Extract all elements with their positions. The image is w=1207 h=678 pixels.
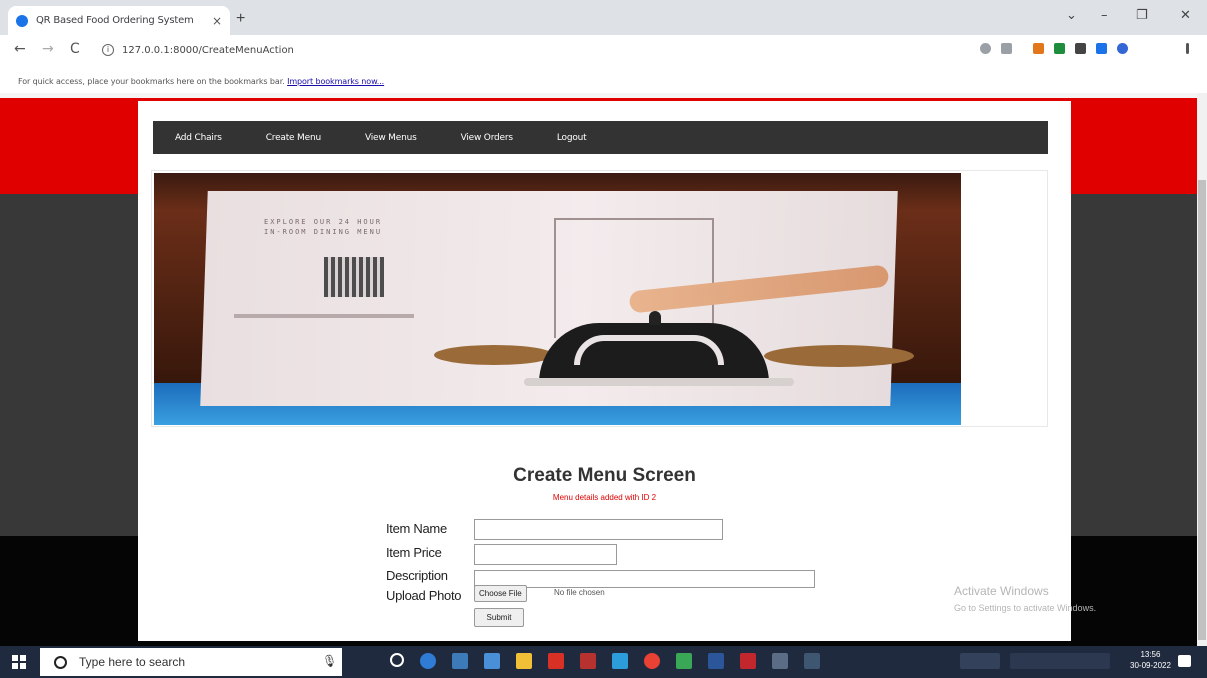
item-price-label: Item Price (386, 545, 442, 560)
address-url: 127.0.0.1:8000/CreateMenuAction (122, 44, 294, 56)
main-nav: Add Chairs Create Menu View Menus View O… (153, 121, 1048, 154)
metamask-extension-icon[interactable] (1033, 43, 1044, 54)
browser-tab[interactable]: QR Based Food Ordering System × (8, 6, 230, 35)
upload-photo-label: Upload Photo (386, 588, 462, 603)
app-icon-green[interactable] (676, 653, 692, 669)
nav-logout[interactable]: Logout (535, 133, 609, 143)
taskbar-search-placeholder: Type here to search (79, 655, 186, 669)
share-icon[interactable] (980, 43, 991, 54)
banner-menu-text: EXPLORE OUR 24 HOUR IN-ROOM DINING MENU (264, 218, 383, 236)
watermark-subtitle: Go to Settings to activate Windows. (954, 603, 1097, 613)
app-icon-red[interactable] (548, 653, 564, 669)
store-icon[interactable] (516, 653, 532, 669)
forward-button[interactable]: → (42, 41, 54, 57)
kebab-menu-icon[interactable] (1186, 43, 1189, 54)
task-view-icon[interactable] (390, 653, 404, 667)
app-icon-grey[interactable] (804, 653, 820, 669)
taskbar-clock[interactable]: 13:56 30-09-2022 (1130, 649, 1171, 671)
clock-time: 13:56 (1140, 650, 1161, 659)
app-icon-blue[interactable] (484, 653, 500, 669)
banner-door (554, 218, 714, 338)
page-title: Create Menu Screen (513, 465, 696, 486)
submit-button[interactable]: Submit (474, 608, 524, 627)
banner-frame: EXPLORE OUR 24 HOUR IN-ROOM DINING MENU (151, 170, 1048, 427)
shield-extension-icon[interactable] (1054, 43, 1065, 54)
description-label: Description (386, 568, 448, 583)
sidepanel-icon[interactable] (1096, 43, 1107, 54)
file-status: No file chosen (554, 588, 605, 597)
maximize-button[interactable]: ❐ (1136, 8, 1148, 23)
app-icon-slate[interactable] (772, 653, 788, 669)
notification-icon[interactable] (1178, 655, 1191, 667)
back-button[interactable]: ← (14, 41, 26, 57)
page-viewport: Add Chairs Create Menu View Menus View O… (0, 93, 1197, 646)
edge-icon[interactable] (420, 653, 436, 669)
content-card: Add Chairs Create Menu View Menus View O… (138, 101, 1071, 641)
bookmarks-bar: For quick access, place your bookmarks h… (0, 65, 1207, 93)
banner-menu-footnote (234, 314, 414, 318)
close-window-button[interactable]: ✕ (1180, 8, 1191, 23)
favicon-icon (16, 14, 28, 27)
success-message: Menu details added with ID 2 (552, 493, 657, 502)
choose-file-button[interactable]: Choose File (474, 585, 527, 602)
cortana-icon (54, 655, 67, 669)
word-icon[interactable] (708, 653, 724, 669)
import-bookmarks-link[interactable]: Import bookmarks now... (287, 77, 384, 86)
nav-view-orders[interactable]: View Orders (439, 133, 535, 143)
nav-view-menus[interactable]: View Menus (343, 133, 439, 143)
item-name-label: Item Name (386, 521, 447, 536)
nav-create-menu[interactable]: Create Menu (244, 133, 343, 143)
nav-add-chairs[interactable]: Add Chairs (153, 133, 244, 143)
banner-plate-right (764, 345, 914, 367)
item-price-input[interactable] (474, 544, 617, 565)
cloche-tray (524, 378, 794, 386)
cloche-knob (649, 311, 661, 325)
watermark-title: Activate Windows (954, 584, 1049, 598)
app-icon-maroon[interactable] (740, 653, 756, 669)
bookmark-star-icon[interactable] (1001, 43, 1012, 54)
profile-avatar[interactable] (1117, 43, 1128, 54)
tab-close-icon[interactable]: × (212, 14, 222, 28)
file-explorer-icon[interactable] (452, 653, 468, 669)
minimize-button[interactable]: – (1101, 8, 1108, 23)
banner-plate-left (434, 345, 554, 365)
cloche-highlight (574, 335, 724, 365)
banner-image: EXPLORE OUR 24 HOUR IN-ROOM DINING MENU (154, 173, 961, 425)
item-name-input[interactable] (474, 519, 723, 540)
tab-search-icon[interactable]: ⌄ (1066, 8, 1077, 23)
clock-date: 30-09-2022 (1130, 661, 1171, 670)
address-bar[interactable]: i 127.0.0.1:8000/CreateMenuAction (102, 38, 962, 62)
tab-title: QR Based Food Ordering System (36, 15, 194, 26)
new-tab-button[interactable]: + (236, 10, 245, 28)
activate-windows-watermark: Activate Windows Go to Settings to activ… (954, 584, 1096, 613)
microphone-icon[interactable]: 🎙 (322, 654, 337, 668)
taskbar-search[interactable]: Type here to search (40, 648, 342, 676)
windows-start-icon[interactable] (12, 655, 26, 669)
bookmarks-message: For quick access, place your bookmarks h… (18, 77, 285, 86)
scrollbar-thumb[interactable] (1198, 180, 1206, 640)
app-icon-cyan[interactable] (612, 653, 628, 669)
puzzle-extensions-icon[interactable] (1075, 43, 1086, 54)
tray-icons[interactable] (960, 653, 1000, 669)
browser-tab-strip: QR Based Food Ordering System × + ⌄ – ❐ … (0, 0, 1207, 35)
qr-code-icon (324, 257, 384, 297)
app-icon-dark-red[interactable] (580, 653, 596, 669)
system-tray[interactable] (1010, 653, 1110, 669)
chrome-icon[interactable] (644, 653, 660, 669)
reload-button[interactable]: C (70, 41, 80, 57)
site-info-icon[interactable]: i (102, 44, 114, 56)
